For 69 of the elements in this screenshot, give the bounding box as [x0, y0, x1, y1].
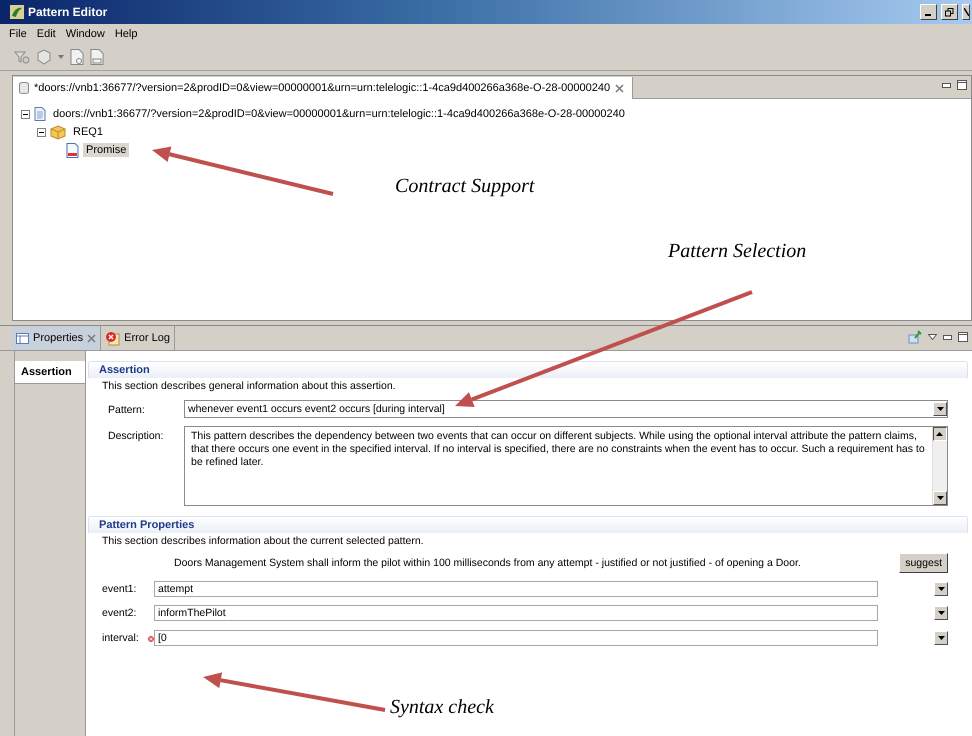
input-field[interactable]: informThePilot	[154, 605, 878, 621]
minimize-icon[interactable]	[942, 82, 951, 88]
database-icon	[19, 82, 29, 94]
triangle-icon	[938, 587, 944, 591]
close-button[interactable]	[962, 4, 970, 20]
editor-tab[interactable]: *doors://vnb1:36677/?version=2&prodID=0&view=00000001&urn=urn:telelogic::1-4ca9d400266a368e-O-28-00000240	[13, 77, 634, 99]
tree-item[interactable]: Promise	[83, 143, 130, 157]
annotation: Pattern Selection	[668, 240, 806, 263]
annotation: Syntax check	[390, 696, 494, 719]
expander-icon[interactable]	[21, 110, 30, 118]
triangle-icon	[936, 432, 944, 436]
tree-item[interactable]: doors://vnb1:36677/?version=2&prodID=0&view=00000001&urn=urn:telelogic::1-4ca9d400266a368e-O-28-00000240	[50, 107, 628, 121]
section-title: Pattern Properties	[99, 519, 194, 531]
window-title: Pattern Editor	[28, 5, 108, 19]
requirement-icon	[66, 142, 79, 158]
dropdown-button[interactable]	[934, 582, 948, 596]
field-label: interval:	[101, 632, 140, 644]
field-label: event1:	[101, 583, 138, 595]
triangle-icon	[936, 407, 944, 411]
view-menu-icon[interactable]	[928, 334, 937, 340]
menu-item[interactable]: File	[6, 28, 30, 40]
section-title: Assertion	[99, 364, 150, 376]
view-tab[interactable]: Properties	[12, 326, 102, 350]
requirement-text: Doors Management System shall inform the pilot within 100 milliseconds from any attempt - justified or not justified - of opening a Door.	[174, 557, 802, 569]
menu-item[interactable]: Edit	[34, 28, 59, 40]
restore-button[interactable]	[941, 4, 958, 20]
document-icon	[34, 107, 46, 121]
triangle-icon	[938, 636, 944, 640]
menu-item[interactable]: Help	[112, 28, 140, 40]
input-field[interactable]: [0	[154, 630, 878, 646]
maximize-icon[interactable]	[957, 80, 967, 90]
section-description: This section describes general information about this assertion.	[101, 379, 397, 392]
section-description: This section describes information about the current selected pattern.	[101, 534, 425, 547]
tab-title: *doors://vnb1:36677/?version=2&prodID=0&view=00000001&urn=urn:telelogic::1-4ca9d400266a368e-O-28-00000240	[34, 82, 610, 94]
app-icon	[10, 5, 24, 19]
pattern-dropdown[interactable]: whenever event1 occurs event2 occurs [during interval]	[184, 400, 948, 418]
restore-icon	[945, 8, 954, 16]
dropdown-button[interactable]	[934, 631, 948, 645]
close-icon[interactable]	[87, 334, 96, 342]
properties-icon	[16, 332, 29, 344]
description-field[interactable]: This pattern describes the dependency between two events that can occur on different subjects. While using the optional interval attribute the pattern claims, that there occurs one event in the specified interval. If no interval is specified, there are no constraints when the event has to occur. Such a requirement has to be refined later.	[184, 426, 948, 506]
triangle-icon	[936, 496, 944, 500]
input-field[interactable]: attempt	[154, 581, 878, 597]
tree-item[interactable]: REQ1	[70, 125, 106, 139]
triangle-icon	[938, 611, 944, 615]
suggest-button[interactable]: suggest	[899, 553, 948, 573]
page-icon[interactable]	[70, 49, 84, 65]
annotation: Contract Support	[395, 175, 534, 198]
caret-icon[interactable]	[58, 55, 64, 59]
page-icon[interactable]	[90, 49, 104, 65]
tab-label: Properties	[33, 332, 84, 344]
scrollbar[interactable]	[932, 427, 947, 505]
dropdown-button[interactable]	[933, 402, 947, 416]
close-icon[interactable]	[615, 84, 624, 92]
field-label: Description:	[107, 429, 164, 442]
maximize-icon[interactable]	[958, 332, 968, 342]
side-tab[interactable]: Assertion	[15, 361, 85, 384]
dropdown-button[interactable]	[934, 606, 948, 620]
expander-icon[interactable]	[37, 128, 46, 136]
tab-label: Error Log	[124, 332, 170, 344]
error-icon	[105, 330, 120, 346]
pin-icon[interactable]	[908, 330, 922, 344]
menu-item[interactable]: Window	[62, 28, 108, 40]
field-label: Pattern:	[107, 403, 146, 416]
field-label: event2:	[101, 607, 138, 619]
cube-icon	[50, 124, 66, 140]
filter-icon[interactable]	[14, 49, 30, 65]
minimize-icon[interactable]	[943, 334, 952, 340]
minimize-button[interactable]	[920, 4, 937, 20]
